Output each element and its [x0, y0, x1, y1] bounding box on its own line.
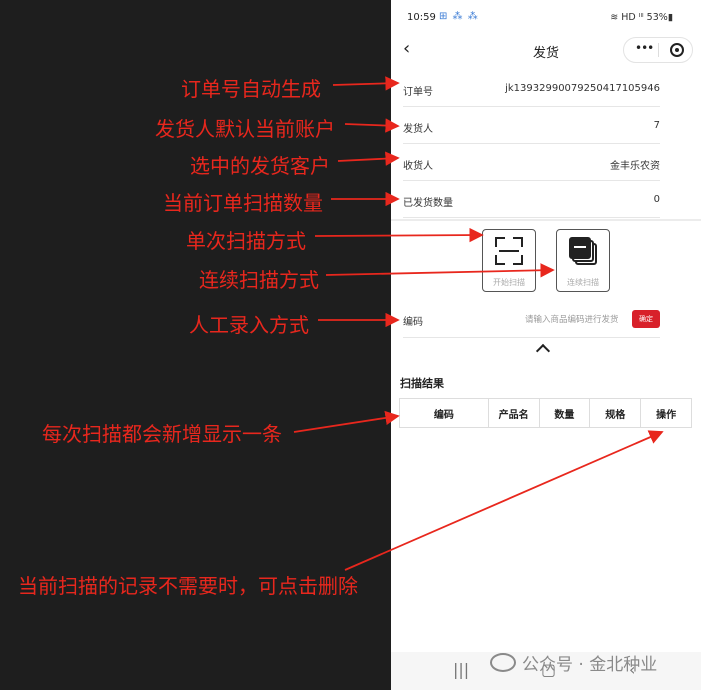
arrow-delete: [344, 430, 664, 571]
arrow-each-scan: [293, 410, 400, 433]
arrow-continuous-scan: [325, 263, 555, 278]
arrow-single-scan: [314, 227, 484, 243]
annotation-arrows: [293, 76, 664, 571]
arrow-order-no: [332, 76, 400, 91]
arrow-customer: [337, 151, 400, 166]
arrow-sender: [344, 118, 400, 133]
